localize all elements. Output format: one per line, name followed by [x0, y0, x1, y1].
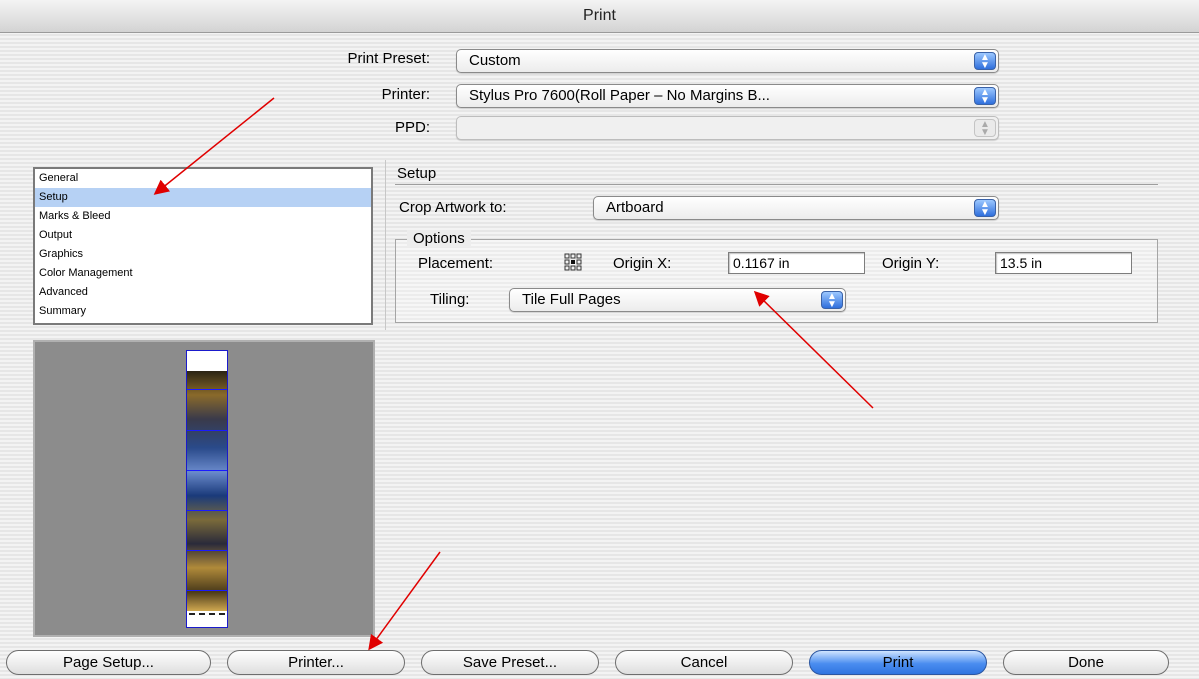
origin-x-field[interactable]: 0.1167 in — [728, 252, 865, 274]
tile-boundary — [187, 430, 227, 431]
origin-y-field[interactable]: 13.5 in — [995, 252, 1132, 274]
list-item-graphics[interactable]: Graphics — [35, 245, 371, 264]
up-down-arrows-icon: ▲ ▼ — [821, 291, 843, 310]
done-button[interactable]: Done — [1003, 650, 1169, 675]
list-item-general[interactable]: General — [35, 169, 371, 188]
list-item-output[interactable]: Output — [35, 226, 371, 245]
tile-boundary — [187, 550, 227, 551]
save-preset-button[interactable]: Save Preset... — [421, 650, 599, 675]
print-preset-popup[interactable]: Custom ▲ ▼ — [456, 49, 999, 73]
tile-boundary — [187, 590, 227, 591]
printer-value: Stylus Pro 7600(Roll Paper – No Margins … — [469, 87, 770, 104]
tile-boundary — [187, 510, 227, 511]
crop-artwork-label: Crop Artwork to: — [399, 199, 507, 216]
printer-button[interactable]: Printer... — [227, 650, 405, 675]
up-down-arrows-icon: ▲ ▼ — [974, 52, 996, 71]
section-divider — [395, 184, 1158, 185]
origin-x-label: Origin X: — [613, 255, 672, 272]
annotation-arrow — [368, 551, 441, 651]
cancel-button[interactable]: Cancel — [615, 650, 793, 675]
pane-divider — [385, 160, 386, 330]
ppd-label: PPD: — [394, 119, 430, 136]
tile-boundary — [187, 470, 227, 471]
page-setup-button[interactable]: Page Setup... — [6, 650, 211, 675]
options-title: Options — [407, 230, 471, 247]
up-down-arrows-icon: ▲ ▼ — [974, 119, 996, 138]
category-list[interactable]: General Setup Marks & Bleed Output Graph… — [33, 167, 373, 325]
placement-label: Placement: — [418, 255, 494, 272]
list-item-summary[interactable]: Summary — [35, 302, 371, 321]
tiling-label: Tiling: — [430, 291, 470, 308]
print-preview — [33, 340, 375, 637]
page-preview-strip — [186, 350, 228, 628]
up-down-arrows-icon: ▲ ▼ — [974, 87, 996, 106]
crop-artwork-popup[interactable]: Artboard ▲ ▼ — [593, 196, 999, 220]
crop-artwork-value: Artboard — [606, 199, 664, 216]
ppd-popup[interactable]: ▲ ▼ — [456, 116, 999, 140]
up-down-arrows-icon: ▲ ▼ — [974, 199, 996, 218]
tile-boundary — [187, 389, 227, 390]
origin-y-label: Origin Y: — [882, 255, 940, 272]
tiling-popup[interactable]: Tile Full Pages ▲ ▼ — [509, 288, 846, 312]
page-edge-dash — [189, 613, 225, 615]
printer-label: Printer: — [381, 86, 430, 103]
print-preset-label: Print Preset: — [347, 50, 430, 67]
artwork-thumbnail — [187, 371, 227, 611]
list-item-marks-bleed[interactable]: Marks & Bleed — [35, 207, 371, 226]
printer-popup[interactable]: Stylus Pro 7600(Roll Paper – No Margins … — [456, 84, 999, 108]
print-button[interactable]: Print — [809, 650, 987, 675]
list-item-setup[interactable]: Setup — [35, 188, 371, 207]
list-item-color-management[interactable]: Color Management — [35, 264, 371, 283]
window-title: Print — [0, 0, 1199, 33]
tiling-value: Tile Full Pages — [522, 291, 621, 308]
placement-grid-icon[interactable] — [564, 253, 582, 271]
section-title: Setup — [397, 165, 437, 182]
print-preset-value: Custom — [469, 52, 521, 69]
list-item-advanced[interactable]: Advanced — [35, 283, 371, 302]
